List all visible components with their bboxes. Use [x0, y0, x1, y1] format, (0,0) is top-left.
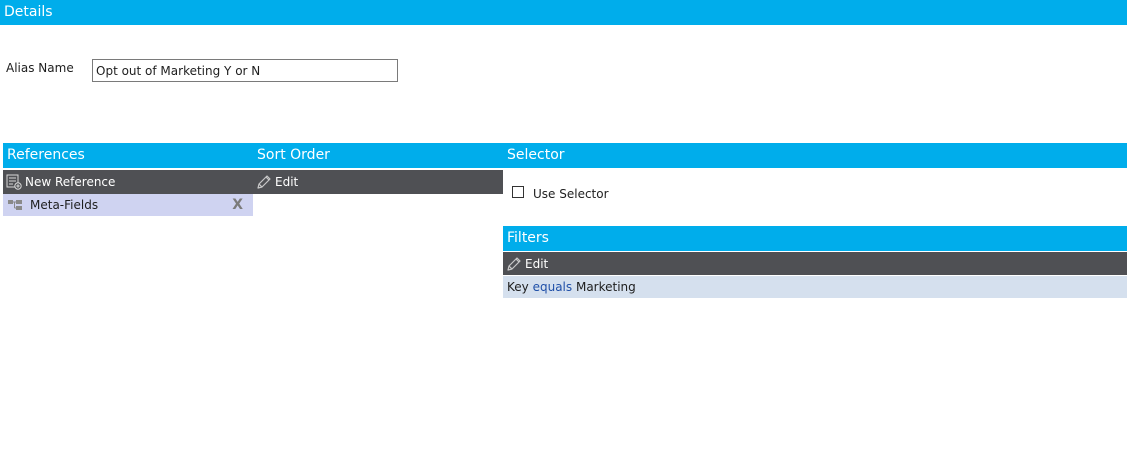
filters-toolbar: Edit — [503, 252, 1127, 275]
sort-order-toolbar: Edit — [253, 170, 503, 194]
alias-name-input[interactable] — [92, 59, 398, 82]
use-selector-label: Use Selector — [533, 187, 609, 201]
pencil-icon — [506, 256, 522, 272]
filters-edit-button[interactable]: Edit — [506, 252, 548, 276]
details-header: Details — [0, 0, 1127, 25]
filter-key: Key — [507, 280, 529, 294]
selector-header: Selector — [503, 143, 1127, 168]
filter-operator[interactable]: equals — [533, 280, 573, 294]
sort-order-title: Sort Order — [257, 147, 330, 163]
references-toolbar: New Reference — [3, 170, 253, 194]
use-selector-checkbox[interactable] — [512, 186, 524, 198]
new-reference-icon — [6, 174, 22, 190]
new-reference-button[interactable]: New Reference — [6, 170, 115, 194]
sort-order-header: Sort Order — [253, 143, 503, 168]
details-title: Details — [4, 4, 53, 20]
references-title: References — [7, 147, 85, 163]
reference-item-meta-fields[interactable]: Meta-Fields X — [3, 194, 253, 216]
remove-reference-button[interactable]: X — [232, 194, 243, 216]
sort-order-edit-button[interactable]: Edit — [256, 170, 298, 194]
filter-value: Marketing — [575, 280, 636, 294]
references-header: References — [3, 143, 253, 168]
hierarchy-icon — [7, 199, 23, 211]
filter-rule-row[interactable]: Key equals Marketing — [503, 276, 1127, 298]
selector-title: Selector — [507, 147, 565, 163]
reference-item-label: Meta-Fields — [30, 198, 99, 212]
filters-edit-label: Edit — [525, 256, 549, 271]
alias-name-label: Alias Name — [6, 61, 74, 75]
filters-title: Filters — [507, 230, 549, 246]
pencil-icon — [256, 174, 272, 190]
sort-order-edit-label: Edit — [275, 175, 299, 189]
new-reference-label: New Reference — [25, 175, 116, 189]
filters-header: Filters — [503, 226, 1127, 251]
